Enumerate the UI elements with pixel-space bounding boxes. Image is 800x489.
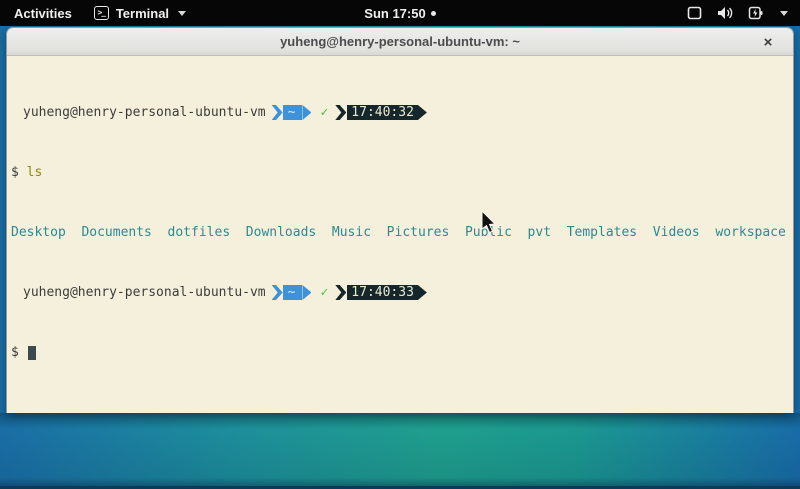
- chevron-down-icon: [178, 11, 186, 16]
- powerline-arrow-icon: [418, 285, 427, 300]
- powerline-arrow-icon: [418, 105, 427, 120]
- wallpaper-shade: [0, 413, 800, 489]
- clock-button[interactable]: Sun 17:50: [364, 6, 435, 21]
- powerline-chevron-icon: [335, 105, 346, 120]
- text-cursor: [28, 346, 36, 360]
- prompt-time: 17:40:33: [347, 285, 418, 300]
- notification-dot-icon: [431, 11, 436, 16]
- terminal-app-icon: >_: [94, 6, 109, 20]
- screen-icon: [687, 6, 702, 20]
- clock-label: Sun 17:50: [364, 6, 425, 21]
- prompt-user: yuheng@henry-personal-ubuntu-vm: [23, 105, 266, 120]
- prompt-time: 17:40:32: [347, 105, 418, 120]
- status-check-icon: ✓: [320, 105, 328, 120]
- powerline-arrow-icon: [302, 285, 311, 300]
- top-bar: Activities >_ Terminal Sun 17:50: [0, 0, 800, 26]
- status-check-icon: ✓: [320, 285, 328, 300]
- prompt-line-1: yuheng@henry-personal-ubuntu-vm ~ ✓ 17:4…: [11, 105, 793, 120]
- directory-list: Desktop Documents dotfiles Downloads Mus…: [11, 225, 786, 240]
- ls-output-line: Desktop Documents dotfiles Downloads Mus…: [11, 225, 793, 240]
- volume-icon: [717, 6, 733, 20]
- activities-button[interactable]: Activities: [10, 6, 76, 21]
- powerline-arrow-icon: [302, 105, 311, 120]
- prompt-symbol: $: [11, 165, 19, 180]
- command-line: $ ls: [11, 165, 793, 180]
- prompt-symbol: $: [11, 345, 19, 360]
- powerline-chevron-icon: [272, 105, 283, 120]
- prompt-line-2: yuheng@henry-personal-ubuntu-vm ~ ✓ 17:4…: [11, 285, 793, 300]
- window-titlebar[interactable]: yuheng@henry-personal-ubuntu-vm: ~ ×: [7, 28, 793, 56]
- terminal-window: yuheng@henry-personal-ubuntu-vm: ~ × yuh…: [6, 27, 794, 413]
- window-title: yuheng@henry-personal-ubuntu-vm: ~: [280, 34, 520, 49]
- powerline-chevron-icon: [335, 285, 346, 300]
- current-input-line: $: [11, 345, 793, 360]
- typed-command: ls: [27, 165, 43, 180]
- battery-charging-icon: [748, 6, 763, 20]
- close-button[interactable]: ×: [757, 28, 779, 56]
- app-menu-label: Terminal: [116, 6, 169, 21]
- prompt-user: yuheng@henry-personal-ubuntu-vm: [23, 285, 266, 300]
- terminal-content[interactable]: yuheng@henry-personal-ubuntu-vm ~ ✓ 17:4…: [7, 56, 793, 413]
- app-menu-terminal[interactable]: >_ Terminal: [94, 6, 186, 21]
- prompt-cwd: ~: [283, 285, 303, 300]
- chevron-down-icon: [780, 11, 788, 16]
- powerline-chevron-icon: [272, 285, 283, 300]
- system-tray[interactable]: [687, 6, 800, 20]
- prompt-cwd: ~: [283, 105, 303, 120]
